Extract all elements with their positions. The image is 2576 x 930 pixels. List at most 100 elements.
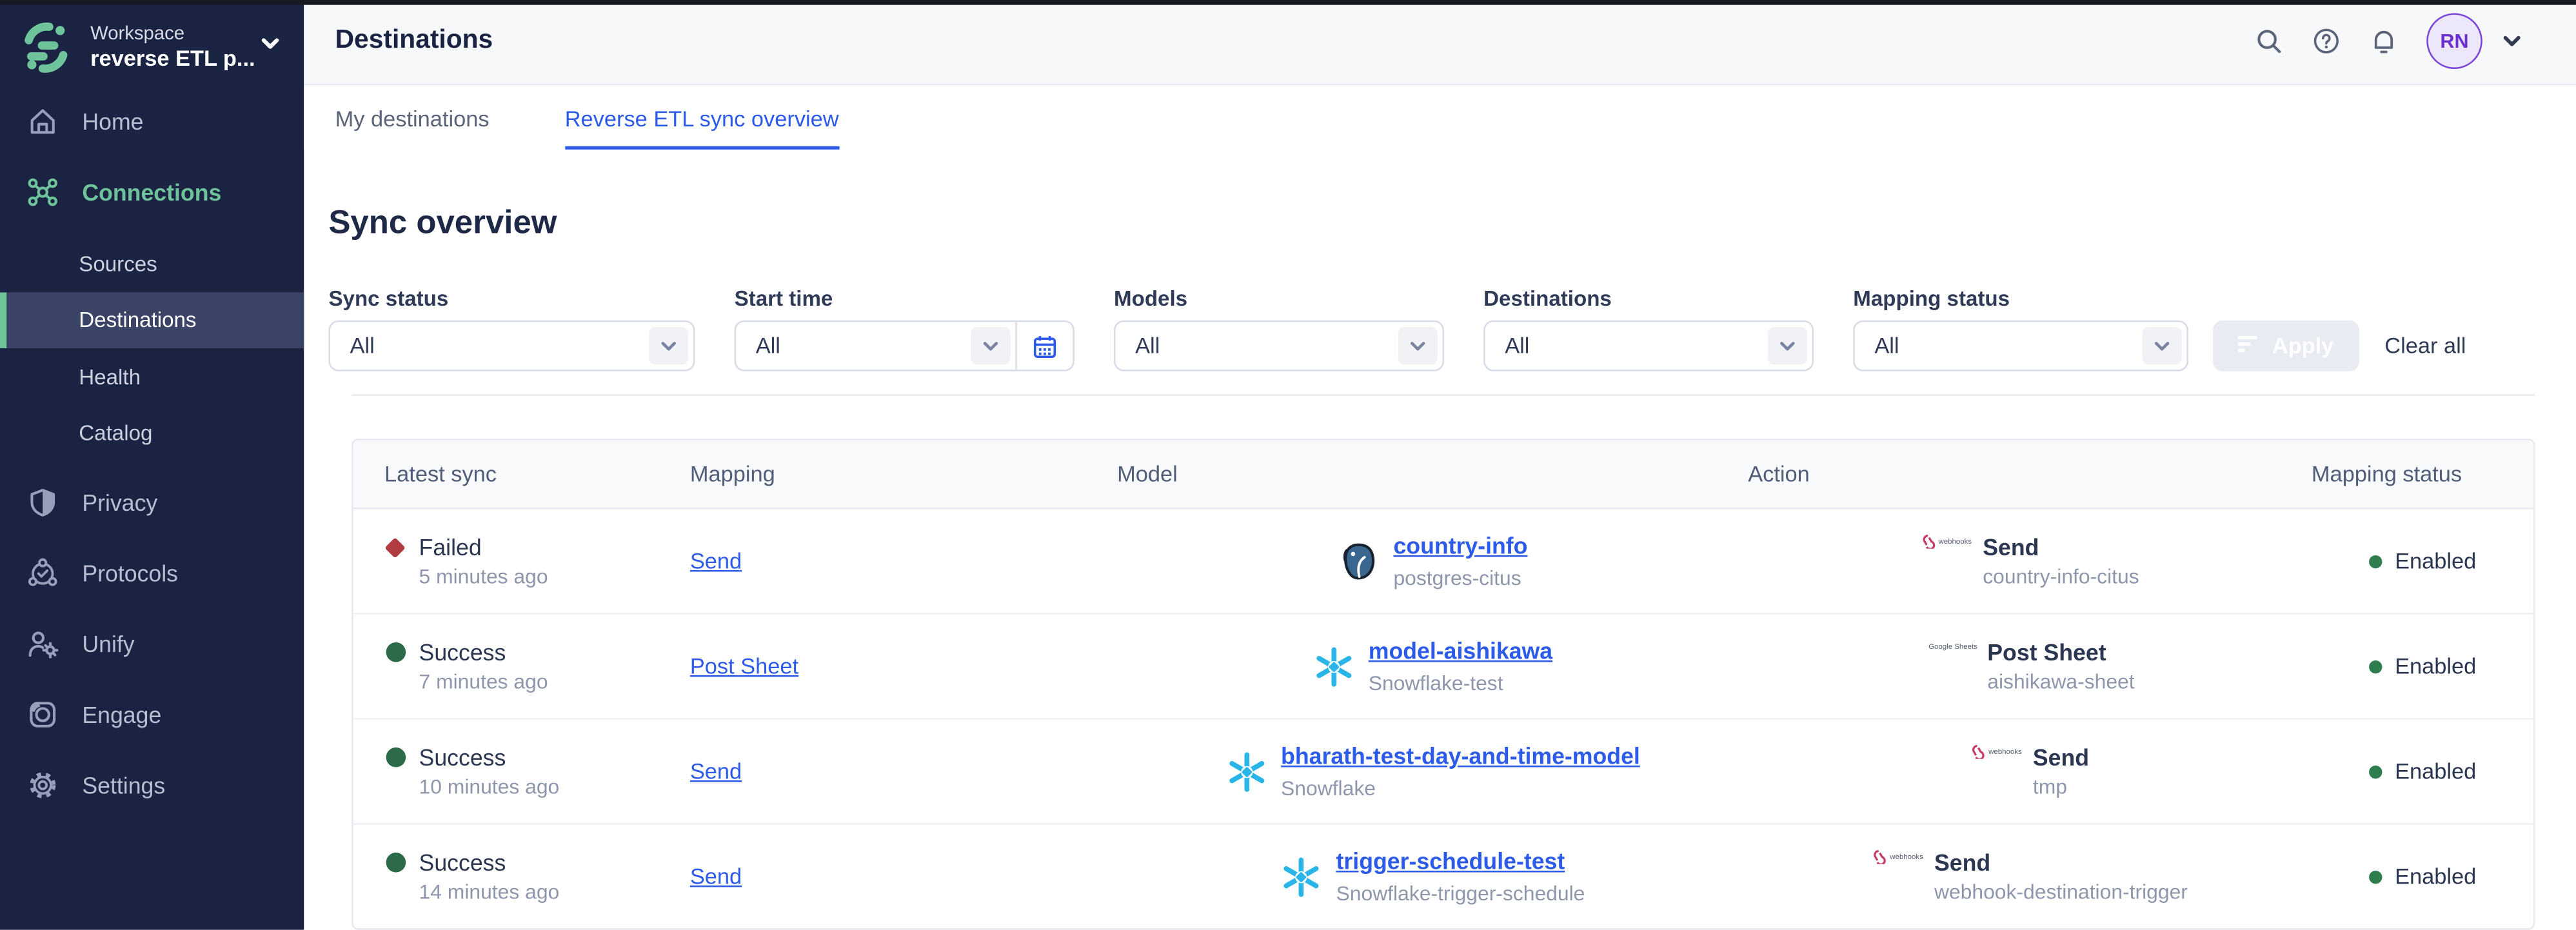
- sidebar-item-settings[interactable]: Settings: [0, 749, 304, 820]
- mapping-status-text: Enabled: [2395, 759, 2476, 784]
- sync-status-icon: [384, 537, 406, 558]
- mapping-status-cell: Enabled: [2312, 510, 2533, 613]
- mapping-status-text: Enabled: [2395, 864, 2476, 889]
- model-link[interactable]: trigger-schedule-test: [1336, 847, 1565, 874]
- filter-group: Start time All: [735, 286, 1075, 371]
- filter-funnel-icon: [2237, 333, 2259, 358]
- filter-select[interactable]: All: [735, 321, 1075, 371]
- chevron-down-icon: [649, 327, 688, 365]
- bell-icon[interactable]: [2369, 27, 2399, 57]
- column-header: Model: [1117, 462, 1748, 486]
- mapping-link[interactable]: Post Sheet: [690, 654, 1117, 678]
- mapping-link[interactable]: Send: [690, 549, 1117, 573]
- column-header: Mapping status: [2312, 462, 2533, 486]
- table-header: Latest syncMappingModelActionMapping sta…: [353, 440, 2533, 510]
- mapping-cell: Send: [690, 825, 1117, 928]
- sidebar-item-home[interactable]: Home: [0, 87, 304, 154]
- workspace-switcher[interactable]: Workspace reverse ETL p...: [0, 0, 304, 87]
- model-subtitle: Snowflake-trigger-schedule: [1336, 882, 1585, 905]
- mapping-link[interactable]: Send: [690, 864, 1117, 889]
- avatar[interactable]: RN: [2426, 14, 2482, 70]
- apply-button[interactable]: Apply: [2213, 321, 2358, 371]
- filter-group: Mapping status All: [1853, 286, 2188, 371]
- sync-status-text: Failed: [419, 534, 482, 560]
- clear-all-button[interactable]: Clear all: [2384, 333, 2466, 358]
- model-source-icon: [1338, 540, 1380, 582]
- action-title: Send: [1983, 534, 2139, 560]
- filter-label: Destinations: [1483, 286, 1814, 310]
- tab[interactable]: Reverse ETL sync overview: [565, 85, 839, 150]
- section-heading: Sync overview: [328, 205, 2535, 243]
- model-link[interactable]: country-info: [1393, 532, 1527, 559]
- sync-status-text: Success: [419, 744, 506, 771]
- sync-status-icon: [384, 852, 406, 873]
- tab-label: Reverse ETL sync overview: [565, 106, 839, 131]
- filter-value: All: [1505, 333, 1529, 358]
- filter-select[interactable]: All: [1114, 321, 1444, 371]
- action-cell: webhooks Google Sheets: [1748, 510, 2312, 613]
- table-row: Success 14 minutes ago Send: [353, 825, 2533, 928]
- chevron-down-icon[interactable]: [259, 33, 287, 63]
- mapping-cell: Send: [690, 720, 1117, 823]
- app-root: Workspace reverse ETL p... Home: [0, 0, 2576, 930]
- action-cell: webhooks Google Sheets: [1748, 615, 2312, 718]
- model-source-icon: [1225, 750, 1267, 793]
- filter-bar: Sync status All: [328, 286, 2535, 371]
- destination-logo: webhooks Google Sheets: [1925, 639, 1977, 654]
- calendar-icon[interactable]: [1015, 322, 1073, 370]
- model-cell: bharath-test-day-and-time-model Snowflak…: [1117, 720, 1748, 823]
- sidebar-item-connections[interactable]: Connections: [0, 158, 304, 225]
- column-header: Action: [1748, 462, 2312, 486]
- chevron-down-icon: [971, 327, 1010, 365]
- action-subtitle: tmp: [2033, 775, 2089, 798]
- sync-status-text: Success: [419, 639, 506, 666]
- chevron-down-icon[interactable]: [2497, 27, 2527, 57]
- sidebar-item-protocols[interactable]: Protocols: [0, 537, 304, 608]
- mapping-cell: Send: [690, 510, 1117, 613]
- sidebar-item-label: Engage: [82, 700, 161, 727]
- model-link[interactable]: bharath-test-day-and-time-model: [1281, 742, 1640, 769]
- sync-time: 7 minutes ago: [384, 670, 690, 693]
- engage-icon: [26, 697, 59, 730]
- sidebar: Workspace reverse ETL p... Home: [0, 0, 304, 930]
- action-subtitle: country-info-citus: [1983, 565, 2139, 588]
- sync-time: 10 minutes ago: [384, 775, 690, 798]
- filter-label: Sync status: [328, 286, 695, 310]
- sync-status-icon: [384, 642, 406, 663]
- enabled-dot-icon: [2368, 765, 2381, 778]
- filter-select[interactable]: All: [328, 321, 695, 371]
- table-row: Failed 5 minutes ago Send: [353, 510, 2533, 615]
- chevron-down-icon: [1398, 327, 1438, 365]
- sidebar-subitem[interactable]: Health: [0, 348, 304, 405]
- table-row: Success 10 minutes ago Send: [353, 720, 2533, 825]
- rudderstack-logo: [16, 18, 75, 77]
- column-header: Mapping: [690, 462, 1117, 486]
- workspace-label: Workspace: [90, 24, 255, 46]
- sidebar-subitem[interactable]: Catalog: [0, 405, 304, 462]
- sidebar-item-unify[interactable]: Unify: [0, 608, 304, 678]
- model-subtitle: Snowflake-test: [1369, 672, 1552, 695]
- mapping-link[interactable]: Send: [690, 759, 1117, 784]
- help-icon[interactable]: [2312, 27, 2341, 57]
- filter-label: Models: [1114, 286, 1444, 310]
- tab-label: My destinations: [335, 106, 490, 131]
- sidebar-subitem[interactable]: Sources: [0, 235, 304, 292]
- mapping-status-text: Enabled: [2395, 549, 2476, 573]
- action-subtitle: aishikawa-sheet: [1987, 670, 2134, 693]
- table-body: Failed 5 minutes ago Send: [353, 510, 2533, 929]
- sidebar-subitem[interactable]: Destinations: [0, 292, 304, 348]
- model-link[interactable]: model-aishikawa: [1369, 637, 1552, 664]
- filter-select[interactable]: All: [1483, 321, 1814, 371]
- sidebar-item-privacy[interactable]: Privacy: [0, 466, 304, 537]
- gear-icon: [26, 768, 59, 801]
- snowflake-icon: [1225, 750, 1267, 793]
- filter-select[interactable]: All: [1853, 321, 2188, 371]
- page-title: Destinations: [335, 27, 493, 57]
- search-icon[interactable]: [2254, 27, 2284, 57]
- connections-icon: [26, 175, 59, 208]
- model-cell: trigger-schedule-test Snowflake-trigger-…: [1117, 825, 1748, 928]
- chevron-down-icon: [2143, 327, 2182, 365]
- sidebar-item-engage[interactable]: Engage: [0, 678, 304, 749]
- sidebar-subitem-label: Health: [79, 364, 141, 389]
- tab[interactable]: My destinations: [335, 85, 490, 150]
